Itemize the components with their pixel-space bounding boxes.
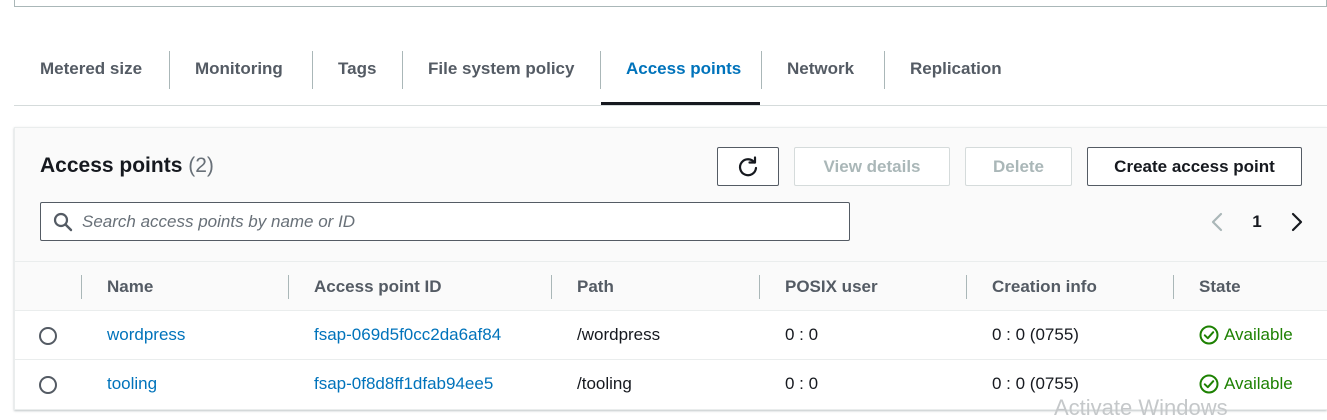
pagination: 1 <box>1207 208 1307 236</box>
access-point-id-link[interactable]: fsap-069d5f0cc2da6af84 <box>314 311 501 359</box>
status-success-icon <box>1199 374 1219 394</box>
search-box <box>40 202 850 241</box>
top-panel-edge <box>14 0 1327 7</box>
column-header-creation-info[interactable]: Creation info <box>992 262 1097 311</box>
search-icon <box>53 212 73 232</box>
column-divider <box>759 275 760 299</box>
active-tab-indicator <box>601 102 760 105</box>
current-page-number[interactable]: 1 <box>1252 212 1261 232</box>
panel-title-text: Access points <box>40 154 183 177</box>
column-divider <box>966 275 967 299</box>
column-divider <box>288 275 289 299</box>
table-row[interactable]: wordpress fsap-069d5f0cc2da6af84 /wordpr… <box>15 311 1327 360</box>
tab-label: Tags <box>338 59 377 78</box>
previous-page-button[interactable] <box>1207 210 1227 234</box>
column-header-state[interactable]: State <box>1199 262 1241 311</box>
panel-header: Access points (2) View details Delete Cr… <box>15 128 1327 262</box>
state-status: Available <box>1199 311 1293 359</box>
creation-info: 0 : 0 (0755) <box>992 325 1079 344</box>
column-header-posix-user[interactable]: POSIX user <box>785 262 878 311</box>
access-point-name-link[interactable]: tooling <box>107 360 157 408</box>
tab-tags[interactable]: Tags <box>312 33 376 105</box>
view-details-button[interactable]: View details <box>794 147 950 186</box>
chevron-left-icon <box>1211 212 1223 232</box>
access-point-id-link[interactable]: fsap-0f8d8ff1dfab94ee5 <box>314 360 493 408</box>
search-input[interactable] <box>82 211 782 232</box>
panel-title: Access points (2) <box>40 154 214 178</box>
tab-label: Replication <box>910 59 1002 78</box>
access-points-panel: Access points (2) View details Delete Cr… <box>14 127 1327 410</box>
tab-label: Metered size <box>40 59 143 78</box>
tab-replication[interactable]: Replication <box>884 33 1002 105</box>
tab-metered-size[interactable]: Metered size <box>14 33 142 105</box>
tab-monitoring[interactable]: Monitoring <box>169 33 283 105</box>
posix-user: 0 : 0 <box>785 325 819 344</box>
tab-file-system-policy[interactable]: File system policy <box>402 33 574 105</box>
refresh-icon <box>737 155 759 178</box>
column-divider <box>81 275 82 299</box>
refresh-button[interactable] <box>717 147 779 186</box>
next-page-button[interactable] <box>1287 210 1307 234</box>
column-divider <box>1173 275 1174 299</box>
access-point-name-link[interactable]: wordpress <box>107 311 185 359</box>
tab-label: Network <box>787 59 855 78</box>
delete-button[interactable]: Delete <box>965 147 1072 186</box>
tab-bar: Metered size Monitoring Tags File system… <box>14 33 1327 106</box>
chevron-right-icon <box>1291 212 1303 232</box>
tab-access-points[interactable]: Access points <box>600 33 741 105</box>
panel-count: (2) <box>188 154 214 177</box>
column-divider <box>551 275 552 299</box>
column-header-access-point-id[interactable]: Access point ID <box>314 262 442 311</box>
state-label: Available <box>1224 325 1293 344</box>
activate-windows-watermark: Activate Windows <box>1054 395 1228 420</box>
tab-label: Access points <box>626 59 742 78</box>
create-access-point-button[interactable]: Create access point <box>1087 147 1302 186</box>
tab-label: Monitoring <box>195 59 283 78</box>
tab-label: File system policy <box>428 59 575 78</box>
state-label: Available <box>1224 374 1293 393</box>
status-success-icon <box>1199 325 1219 345</box>
posix-user: 0 : 0 <box>785 374 819 393</box>
column-header-name[interactable]: Name <box>107 262 153 311</box>
access-point-path: /wordpress <box>577 325 661 344</box>
tab-network[interactable]: Network <box>761 33 854 105</box>
table-header: Name Access point ID Path POSIX user Cre… <box>15 262 1327 311</box>
column-header-path[interactable]: Path <box>577 262 614 311</box>
row-select-radio[interactable] <box>39 327 57 345</box>
access-point-path: /tooling <box>577 374 632 393</box>
row-select-radio[interactable] <box>39 376 57 394</box>
